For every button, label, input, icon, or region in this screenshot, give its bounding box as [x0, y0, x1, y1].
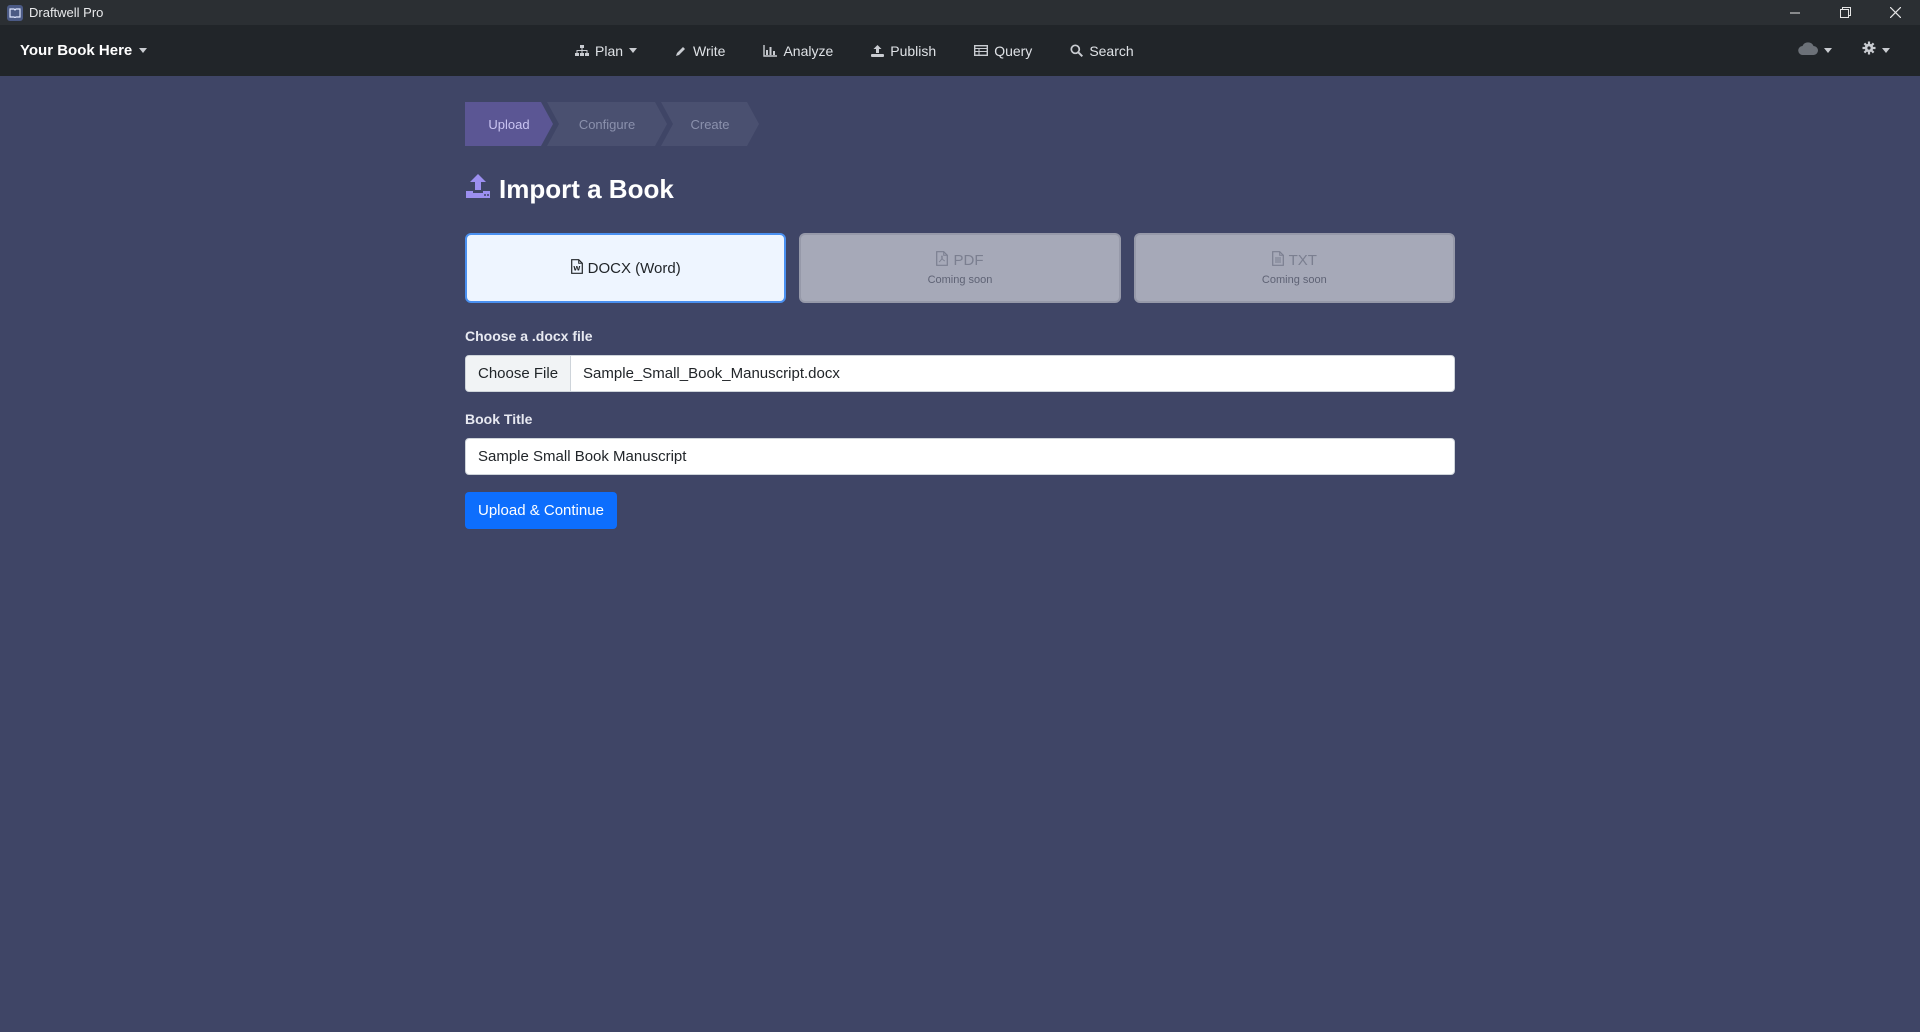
- format-txt-status: Coming soon: [1261, 273, 1327, 286]
- gear-icon: [1862, 41, 1876, 60]
- nav-publish[interactable]: Publish: [871, 43, 936, 59]
- step-configure-label: Configure: [578, 116, 636, 132]
- choose-file-button[interactable]: Choose File: [466, 356, 572, 391]
- window-controls: [1770, 0, 1920, 25]
- chevron-down-icon: [1824, 48, 1832, 53]
- chevron-down-icon: [1882, 48, 1890, 53]
- step-create-label: Create: [690, 116, 730, 132]
- book-title-input[interactable]: [465, 438, 1455, 475]
- sitemap-icon: [575, 44, 589, 57]
- word-file-icon: W: [570, 258, 583, 278]
- nav-query-label: Query: [994, 42, 1033, 59]
- bar-chart-icon: [763, 44, 778, 57]
- nav-query[interactable]: Query: [974, 43, 1032, 59]
- book-selector-label: Your Book Here: [20, 42, 133, 59]
- format-docx-card[interactable]: W DOCX (Word): [465, 233, 787, 303]
- book-selector[interactable]: Your Book Here: [20, 25, 148, 76]
- file-upload-icon: [465, 173, 491, 206]
- main-nav: Plan Write Analyze Publish Query Search: [575, 25, 1172, 76]
- selected-file-name: Sample_Small_Book_Manuscript.docx: [583, 365, 840, 382]
- nav-plan[interactable]: Plan: [575, 42, 638, 59]
- settings-dropdown[interactable]: [1862, 41, 1890, 60]
- restore-button[interactable]: [1820, 0, 1870, 25]
- format-txt-card: TXT Coming soon: [1133, 233, 1455, 303]
- pdf-file-icon: [936, 250, 949, 270]
- page-title: Import a Book: [465, 169, 674, 209]
- top-navbar: Your Book Here Plan Write Analyze Publis…: [0, 25, 1920, 76]
- nav-write-label: Write: [693, 42, 726, 59]
- step-configure[interactable]: Configure: [547, 102, 667, 146]
- format-pdf-card: PDF Coming soon: [799, 233, 1121, 303]
- step-upload-label: Upload: [488, 116, 530, 132]
- nav-plan-label: Plan: [595, 42, 624, 59]
- nav-search[interactable]: Search: [1070, 42, 1134, 59]
- window-title: Draftwell Pro: [29, 5, 104, 20]
- nav-analyze-label: Analyze: [783, 42, 834, 59]
- nav-analyze[interactable]: Analyze: [763, 43, 833, 59]
- navbar-right-controls: [1798, 25, 1890, 76]
- page-title-text: Import a Book: [499, 173, 674, 204]
- step-upload[interactable]: Upload: [465, 102, 553, 146]
- nav-publish-label: Publish: [890, 42, 937, 59]
- table-icon: [974, 45, 989, 56]
- upload-continue-button[interactable]: Upload & Continue: [465, 492, 617, 529]
- minimize-button[interactable]: [1770, 0, 1820, 25]
- format-options: W DOCX (Word) PDF Coming soon TXT Coming…: [465, 233, 1455, 303]
- close-button[interactable]: [1870, 0, 1920, 25]
- nav-write[interactable]: Write: [675, 43, 725, 59]
- file-field-label: Choose a .docx file: [465, 328, 593, 344]
- step-create[interactable]: Create: [661, 102, 759, 146]
- window-titlebar: Draftwell Pro: [0, 0, 1920, 25]
- chevron-down-icon: [139, 48, 148, 53]
- format-pdf-label: PDF: [953, 251, 984, 269]
- format-pdf-status: Coming soon: [927, 273, 993, 286]
- app-book-icon: [7, 4, 23, 21]
- chevron-down-icon: [629, 48, 638, 53]
- nav-search-label: Search: [1089, 42, 1134, 59]
- wizard-stepper: Upload Configure Create: [465, 102, 753, 146]
- text-file-icon: [1271, 250, 1284, 270]
- svg-text:W: W: [573, 264, 580, 272]
- book-title-label: Book Title: [465, 411, 533, 427]
- search-icon: [1070, 44, 1084, 57]
- pencil-icon: [675, 45, 687, 57]
- format-txt-label: TXT: [1288, 251, 1317, 269]
- cloud-icon: [1798, 41, 1818, 60]
- cloud-sync-dropdown[interactable]: [1798, 41, 1832, 60]
- format-docx-label: DOCX (Word): [587, 259, 681, 277]
- docx-file-input[interactable]: Choose File Sample_Small_Book_Manuscript…: [465, 355, 1455, 392]
- upload-icon: [871, 44, 885, 57]
